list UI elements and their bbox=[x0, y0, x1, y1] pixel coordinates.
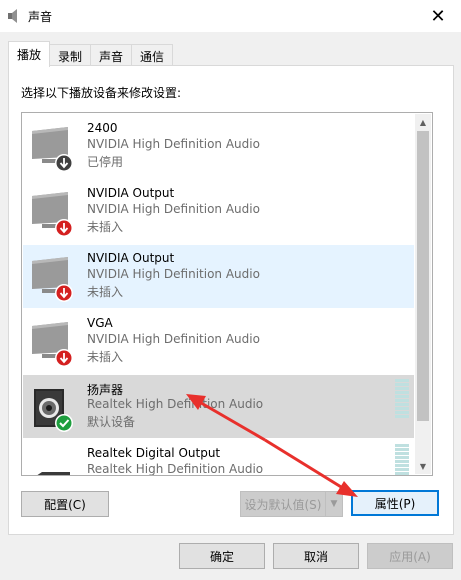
instruction-label: 选择以下播放设备来修改设置: bbox=[21, 86, 182, 100]
tab-communications[interactable]: 通信 bbox=[131, 44, 174, 67]
tab-bar: 播放 录制 声音 通信 bbox=[8, 41, 174, 67]
device-status: 已停用 bbox=[87, 155, 124, 169]
device-description: NVIDIA High Definition Audio bbox=[87, 332, 260, 346]
device-item-selected[interactable]: 扬声器 Realtek High Definition Audio 默认设备 bbox=[23, 375, 414, 438]
window-title: 声音 bbox=[28, 10, 53, 24]
set-default-dropdown-button[interactable]: ▼ bbox=[325, 491, 343, 517]
device-name: 扬声器 bbox=[87, 383, 124, 397]
volume-level-meter bbox=[395, 379, 409, 419]
device-status: 默认设备 bbox=[87, 415, 136, 429]
tab-sounds[interactable]: 声音 bbox=[90, 44, 133, 67]
tab-recording[interactable]: 录制 bbox=[49, 44, 92, 67]
scroll-down-icon[interactable]: ▼ bbox=[415, 458, 431, 474]
volume-level-meter bbox=[395, 444, 409, 475]
device-description: Realtek High Definition Audio bbox=[87, 462, 264, 476]
set-default-button[interactable]: 设为默认值(S) bbox=[240, 491, 326, 517]
monitor-unplugged-icon bbox=[32, 192, 73, 237]
monitor-disabled-icon bbox=[32, 127, 73, 172]
scroll-up-icon[interactable]: ▲ bbox=[415, 114, 431, 130]
device-list[interactable]: 2400 NVIDIA High Definition Audio 已停用 NV… bbox=[21, 112, 433, 476]
chevron-down-icon: ▼ bbox=[330, 499, 338, 509]
close-button[interactable]: ✕ bbox=[415, 0, 461, 32]
properties-button[interactable]: 属性(P) bbox=[351, 490, 439, 516]
device-name: VGA bbox=[87, 316, 113, 330]
device-description: NVIDIA High Definition Audio bbox=[87, 202, 260, 216]
cancel-button[interactable]: 取消 bbox=[273, 543, 359, 569]
monitor-unplugged-icon bbox=[32, 257, 73, 302]
list-scrollbar[interactable]: ▲ ▼ bbox=[415, 114, 431, 474]
device-status: 未插入 bbox=[87, 220, 124, 234]
close-icon: ✕ bbox=[430, 5, 446, 27]
device-description: Realtek High Definition Audio bbox=[87, 397, 264, 411]
device-item[interactable]: NVIDIA Output NVIDIA High Definition Aud… bbox=[23, 180, 414, 243]
tab-playback[interactable]: 播放 bbox=[8, 41, 51, 67]
device-name: Realtek Digital Output bbox=[87, 446, 221, 460]
playback-panel: 选择以下播放设备来修改设置: 2400 NVIDIA High Definiti… bbox=[8, 65, 454, 535]
title-bar: 声音 ✕ bbox=[0, 0, 461, 32]
device-name: 2400 bbox=[87, 121, 118, 135]
speaker-app-icon bbox=[8, 9, 17, 23]
device-item[interactable]: 2400 NVIDIA High Definition Audio 已停用 bbox=[23, 115, 414, 178]
digital-output-icon bbox=[37, 472, 70, 475]
configure-button[interactable]: 配置(C) bbox=[21, 491, 109, 517]
monitor-unplugged-icon bbox=[32, 322, 73, 367]
speaker-default-icon bbox=[34, 389, 73, 432]
device-name: NVIDIA Output bbox=[87, 186, 175, 200]
apply-button[interactable]: 应用(A) bbox=[367, 543, 453, 569]
ok-button[interactable]: 确定 bbox=[179, 543, 265, 569]
device-description: NVIDIA High Definition Audio bbox=[87, 267, 260, 281]
device-name: NVIDIA Output bbox=[87, 251, 175, 265]
device-description: NVIDIA High Definition Audio bbox=[87, 137, 260, 151]
device-status: 未插入 bbox=[87, 285, 124, 299]
scroll-thumb[interactable] bbox=[417, 131, 429, 421]
device-status: 未插入 bbox=[87, 350, 124, 364]
device-item[interactable]: NVIDIA Output NVIDIA High Definition Aud… bbox=[23, 245, 414, 308]
device-item[interactable]: VGA NVIDIA High Definition Audio 未插入 bbox=[23, 310, 414, 373]
device-item[interactable]: Realtek Digital Output Realtek High Defi… bbox=[23, 440, 414, 476]
